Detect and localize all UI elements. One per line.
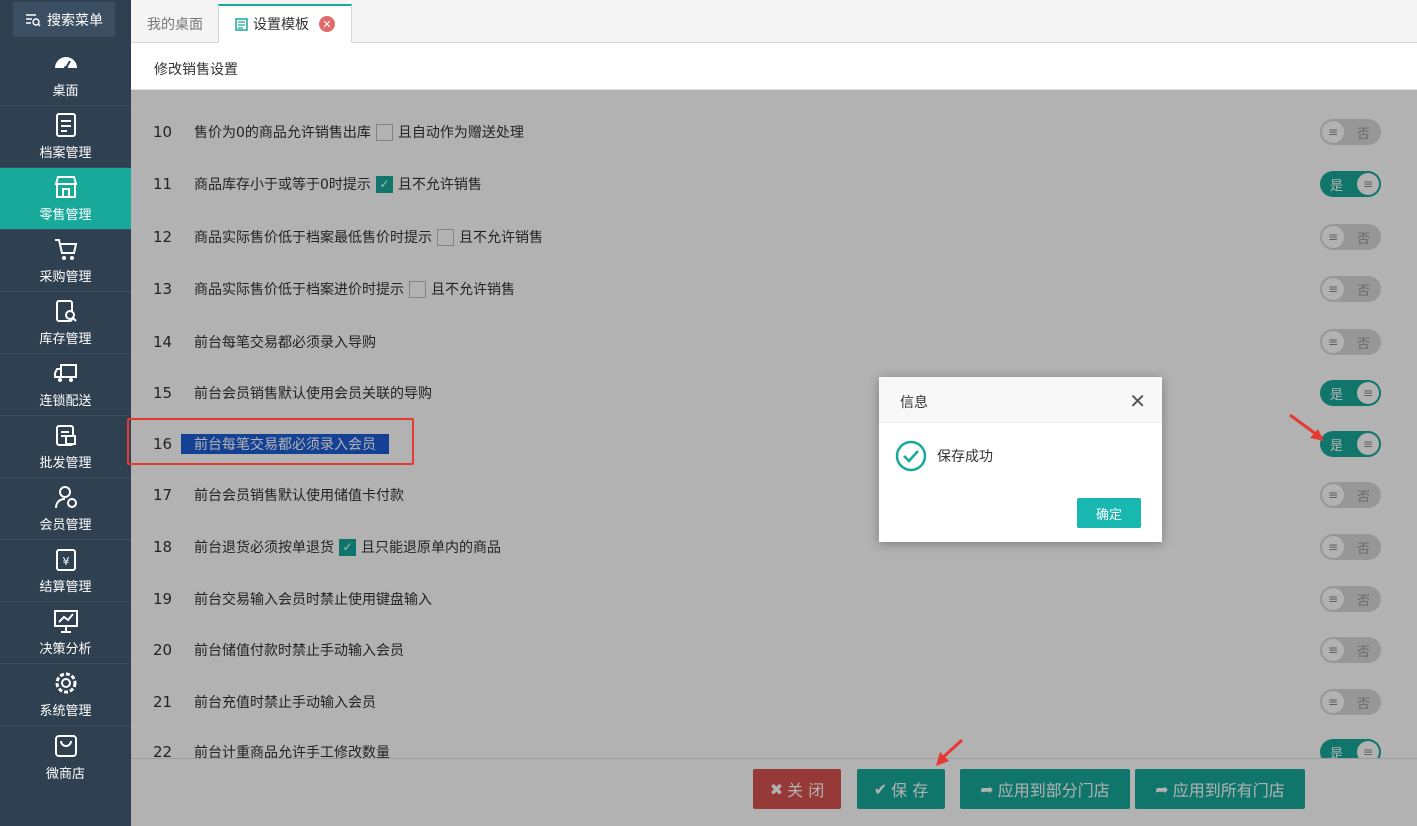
document-icon (235, 17, 248, 31)
chart-icon (53, 610, 78, 633)
sidebar-item-label: 决策分析 (39, 642, 92, 657)
sidebar-item-label: 批发管理 (39, 456, 92, 471)
dialog-body: 保存成功 (895, 440, 993, 472)
sidebar-item-member[interactable]: 会员管理 (0, 478, 131, 540)
annotation-highlight-box (127, 418, 414, 465)
svg-text:¥: ¥ (62, 555, 69, 568)
sidebar-item-label: 结算管理 (39, 580, 92, 595)
sidebar-item-system[interactable]: 系统管理 (0, 664, 131, 726)
page-title: 修改销售设置 (154, 62, 238, 78)
tab-settings-template[interactable]: 设置模板 ✕ (218, 4, 352, 43)
sidebar-item-archive[interactable]: 档案管理 (0, 106, 131, 168)
sidebar-item-label: 连锁配送 (39, 394, 92, 409)
archive-icon (55, 113, 76, 137)
store-icon (54, 176, 77, 198)
annotation-arrow-icon (1289, 413, 1324, 441)
sidebar-item-wholesale[interactable]: 批发管理 (0, 416, 131, 478)
bag-icon (54, 734, 77, 757)
search-menu-button[interactable]: 搜索菜单 (13, 2, 115, 37)
sidebar-item-desktop[interactable]: 桌面 (0, 44, 131, 106)
success-check-icon (895, 440, 927, 472)
sidebar-item-label: 库存管理 (39, 332, 92, 347)
sidebar-item-retail[interactable]: 零售管理 (0, 168, 131, 230)
cart-icon (54, 239, 77, 260)
dialog-message: 保存成功 (937, 449, 993, 465)
member-icon (54, 486, 77, 509)
sidebar-item-microstore[interactable]: 微商店 (0, 726, 131, 788)
annotation-arrow-icon (936, 738, 964, 766)
sidebar: 搜索菜单 桌面 档案管理 零售管理 采购管理 库存管理 连锁配送 批发管理 会员… (0, 0, 131, 826)
truck-icon (53, 364, 77, 382)
sidebar-item-label: 系统管理 (39, 704, 92, 719)
sidebar-item-label: 桌面 (52, 84, 79, 99)
wholesale-icon (55, 425, 76, 446)
tab-label: 设置模板 (253, 17, 309, 33)
sidebar-item-label: 采购管理 (39, 270, 92, 285)
yen-icon: ¥ (55, 549, 76, 571)
tab-label: 我的桌面 (147, 16, 203, 33)
page-header: 修改销售设置 (131, 43, 1417, 90)
sidebar-item-label: 档案管理 (39, 146, 92, 161)
inventory-icon (55, 300, 77, 322)
confirm-button[interactable]: 确定 (1077, 498, 1141, 528)
sidebar-item-label: 零售管理 (39, 208, 92, 223)
info-dialog: 信息 ✕ 保存成功 确定 (879, 377, 1162, 542)
menu-search-icon (26, 13, 41, 26)
sidebar-item-purchase[interactable]: 采购管理 (0, 230, 131, 292)
gear-icon (55, 672, 76, 694)
search-menu-label: 搜索菜单 (47, 12, 103, 29)
close-tab-icon[interactable]: ✕ (319, 16, 335, 32)
dialog-title: 信息 (900, 395, 928, 411)
sidebar-item-analysis[interactable]: 决策分析 (0, 602, 131, 664)
sidebar-item-label: 微商店 (45, 766, 85, 782)
tab-my-desktop[interactable]: 我的桌面 (131, 4, 219, 43)
sidebar-item-distribution[interactable]: 连锁配送 (0, 354, 131, 416)
sidebar-item-inventory[interactable]: 库存管理 (0, 292, 131, 354)
dialog-close-icon[interactable]: ✕ (1129, 389, 1146, 413)
dialog-header: 信息 ✕ (879, 377, 1162, 423)
sidebar-item-settlement[interactable]: ¥ 结算管理 (0, 540, 131, 602)
tab-bar: 我的桌面 设置模板 ✕ (131, 0, 1417, 43)
sidebar-item-label: 会员管理 (39, 518, 92, 533)
dashboard-icon (54, 57, 77, 70)
